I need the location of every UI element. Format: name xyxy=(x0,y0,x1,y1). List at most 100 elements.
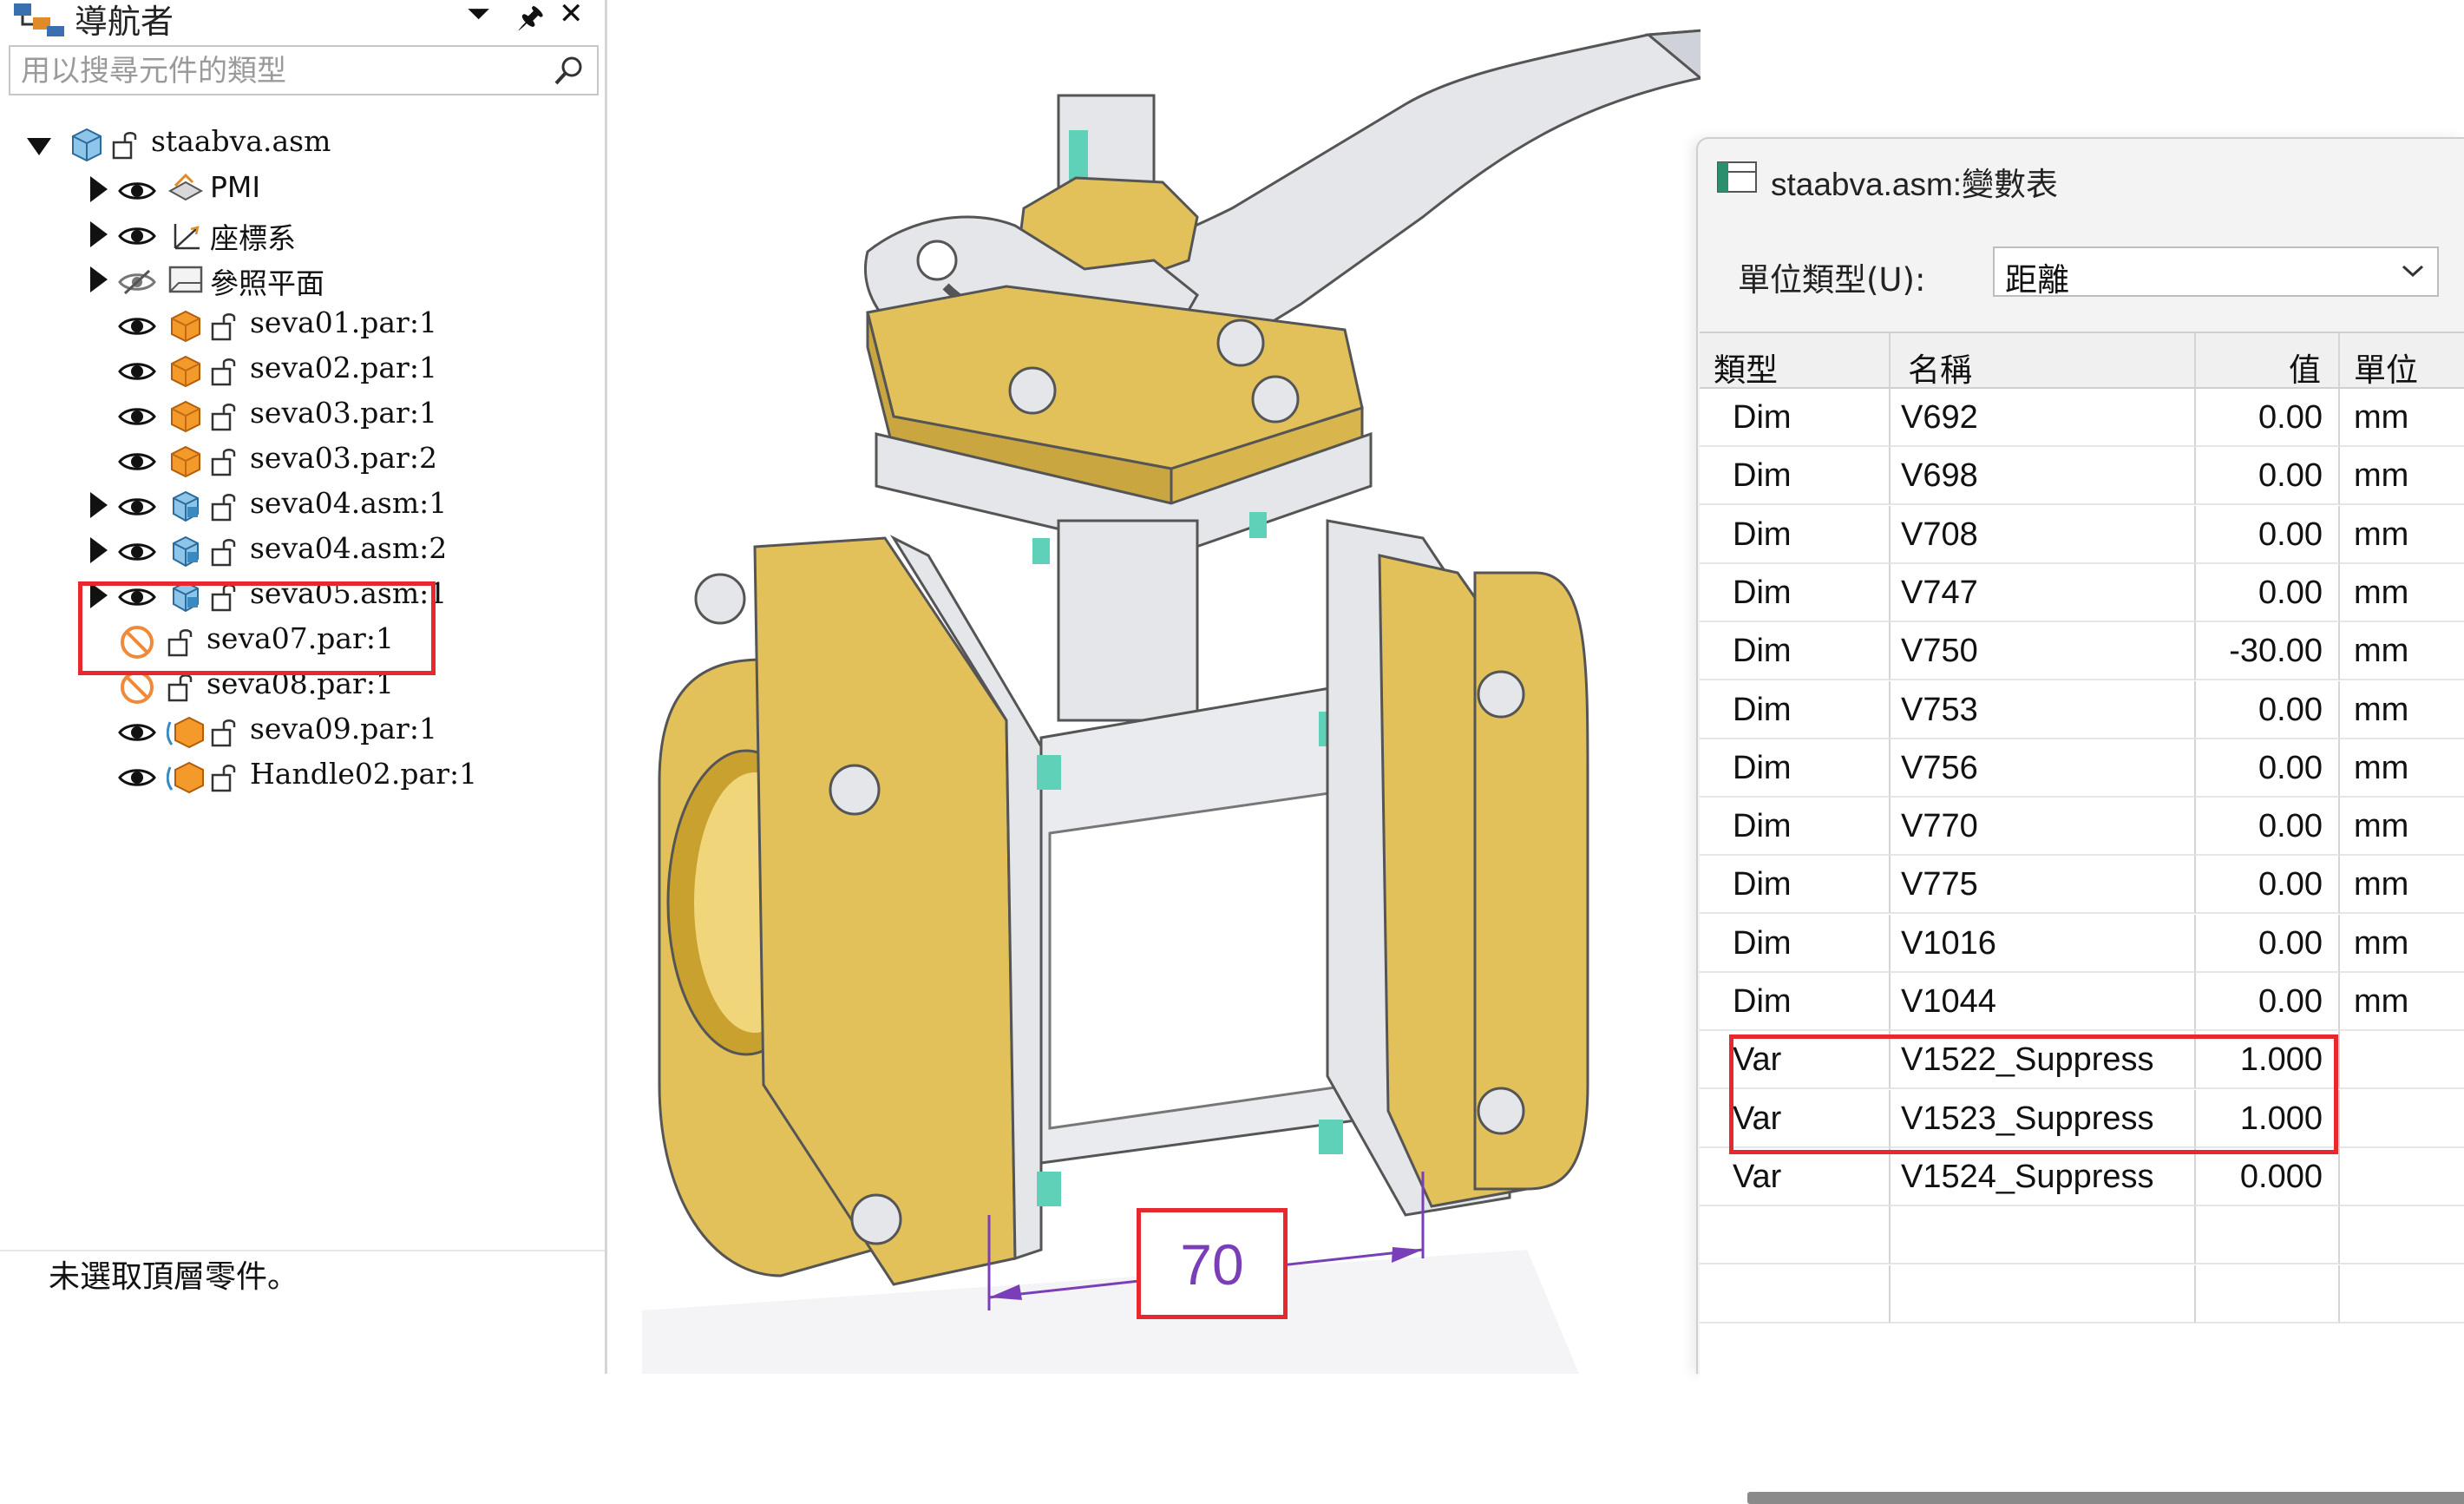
dimension-highlight[interactable]: 70 xyxy=(1137,1208,1288,1319)
tree-item-seva03-par-2[interactable]: seva03.par:2 xyxy=(0,441,599,481)
cell-value[interactable]: 0.00 xyxy=(2196,856,2340,915)
tree-item-seva01-par-1[interactable]: seva01.par:1 xyxy=(0,305,599,345)
table-row[interactable]: Dim V1016 0.00 mm xyxy=(1700,914,2464,973)
cell-name[interactable]: V1016 xyxy=(1891,914,2196,973)
table-row[interactable]: Var V1524_Suppress 0.000 xyxy=(1700,1147,2464,1206)
cell-value[interactable]: 0.00 xyxy=(2196,389,2340,447)
cell-type[interactable]: Var xyxy=(1700,1147,1891,1206)
table-row[interactable]: Dim V708 0.00 mm xyxy=(1700,505,2464,564)
tree-item-seva09-par-1[interactable]: seva09.par:1 xyxy=(0,712,599,752)
cell-type[interactable]: Dim xyxy=(1700,563,1891,622)
visibility-eye-icon[interactable] xyxy=(118,269,156,299)
cell-type[interactable]: Dim xyxy=(1700,798,1891,857)
visibility-eye-icon[interactable] xyxy=(118,404,156,432)
cell-name[interactable]: V1524_Suppress xyxy=(1891,1147,2196,1206)
dimension-value[interactable]: 70 xyxy=(1141,1231,1283,1297)
table-row[interactable]: Dim V747 0.00 mm xyxy=(1700,563,2464,622)
cell-value[interactable]: -30.00 xyxy=(2196,622,2340,681)
cell-unit[interactable]: mm xyxy=(2340,915,2464,973)
table-row[interactable]: Dim V756 0.00 mm xyxy=(1700,739,2464,798)
tree-item-item[interactable]: 參照平面 xyxy=(0,260,599,300)
cell-name[interactable]: V756 xyxy=(1891,739,2196,798)
cell-unit[interactable]: mm xyxy=(2340,856,2464,915)
tree-item-item[interactable]: 座標系 xyxy=(0,215,599,255)
column-header-type[interactable]: 類型 xyxy=(1700,333,1891,389)
cell-name[interactable]: V753 xyxy=(1891,680,2196,739)
cell-type[interactable]: Dim xyxy=(1700,856,1891,915)
cell-value[interactable]: 0.00 xyxy=(2196,914,2340,973)
table-row[interactable]: Dim V692 0.00 mm xyxy=(1700,389,2464,447)
visibility-eye-icon[interactable] xyxy=(118,540,156,568)
visibility-eye-icon[interactable] xyxy=(118,359,156,387)
search-input[interactable] xyxy=(19,52,543,90)
horizontal-scrollbar[interactable] xyxy=(1747,1492,2464,1504)
column-header-value[interactable]: 值 xyxy=(2196,333,2340,389)
table-row[interactable]: Dim V750 -30.00 mm xyxy=(1700,622,2464,681)
cell-name[interactable]: V1044 xyxy=(1891,973,2196,1031)
pin-icon[interactable]: 🖈 xyxy=(517,0,544,46)
cell-value[interactable]: 0.00 xyxy=(2196,798,2340,857)
table-row[interactable]: Dim V753 0.00 mm xyxy=(1700,680,2464,739)
cell-value[interactable]: 0.000 xyxy=(2196,1147,2340,1206)
cell-value[interactable]: 0.00 xyxy=(2196,563,2340,622)
model-viewport[interactable] xyxy=(607,0,1789,1374)
table-row[interactable]: Dim V698 0.00 mm xyxy=(1700,447,2464,506)
cell-unit[interactable]: mm xyxy=(2340,681,2464,739)
cell-unit[interactable]: mm xyxy=(2340,389,2464,447)
cell-name[interactable]: V775 xyxy=(1891,856,2196,915)
cell-type[interactable]: Dim xyxy=(1700,739,1891,798)
expand-caret-icon[interactable] xyxy=(85,535,111,569)
visibility-eye-icon[interactable] xyxy=(118,720,156,748)
cell-unit[interactable]: mm xyxy=(2340,973,2464,1031)
cell-name[interactable]: V698 xyxy=(1891,447,2196,506)
dropdown-menu-icon[interactable]: ⏷ xyxy=(467,0,490,31)
tree-item-seva04-asm-2[interactable]: seva04.asm:2 xyxy=(0,531,599,571)
collapse-caret-icon[interactable] xyxy=(24,131,54,164)
visibility-eye-icon[interactable] xyxy=(118,314,156,342)
unit-type-select[interactable]: 距離 xyxy=(1993,246,2439,299)
expand-caret-icon[interactable] xyxy=(85,174,111,208)
table-row[interactable]: Dim V1044 0.00 mm xyxy=(1700,973,2464,1031)
cell-unit[interactable] xyxy=(2340,1148,2464,1206)
table-row[interactable]: Dim V770 0.00 mm xyxy=(1700,798,2464,857)
cell-value[interactable]: 0.00 xyxy=(2196,680,2340,739)
cell-name[interactable]: V747 xyxy=(1891,563,2196,622)
cell-name[interactable]: V750 xyxy=(1891,622,2196,681)
cell-unit[interactable] xyxy=(2340,1031,2464,1090)
cell-unit[interactable]: mm xyxy=(2340,622,2464,681)
cell-type[interactable]: Dim xyxy=(1700,973,1891,1031)
cell-name[interactable]: V708 xyxy=(1891,505,2196,564)
cell-unit[interactable]: mm xyxy=(2340,447,2464,506)
tree-item-handle02-par-1[interactable]: Handle02.par:1 xyxy=(0,757,599,797)
chevron-down-icon[interactable] xyxy=(2401,262,2425,283)
column-header-unit[interactable]: 單位 xyxy=(2340,333,2464,389)
visibility-eye-icon[interactable] xyxy=(118,224,156,252)
visibility-eye-icon[interactable] xyxy=(118,179,156,207)
visibility-eye-icon[interactable] xyxy=(118,765,156,793)
cell-name[interactable]: V770 xyxy=(1891,798,2196,857)
cell-type[interactable]: Dim xyxy=(1700,914,1891,973)
cell-unit[interactable]: mm xyxy=(2340,798,2464,857)
cell-value[interactable]: 0.00 xyxy=(2196,505,2340,564)
cell-unit[interactable]: mm xyxy=(2340,506,2464,564)
cell-type[interactable]: Dim xyxy=(1700,447,1891,506)
cell-type[interactable]: Dim xyxy=(1700,622,1891,681)
close-icon[interactable]: ✕ xyxy=(559,0,584,31)
cell-value[interactable]: 0.00 xyxy=(2196,973,2340,1031)
tree-item-seva04-asm-1[interactable]: seva04.asm:1 xyxy=(0,486,599,526)
cell-value[interactable]: 0.00 xyxy=(2196,739,2340,798)
expand-caret-icon[interactable] xyxy=(85,489,111,524)
visibility-eye-icon[interactable] xyxy=(118,495,156,522)
cell-unit[interactable]: mm xyxy=(2340,739,2464,798)
cell-unit[interactable]: mm xyxy=(2340,564,2464,622)
search-icon[interactable] xyxy=(552,54,587,92)
column-header-name[interactable]: 名稱 xyxy=(1891,333,2196,389)
tree-item-seva03-par-1[interactable]: seva03.par:1 xyxy=(0,396,599,436)
cell-type[interactable]: Dim xyxy=(1700,389,1891,447)
tree-item-pmi[interactable]: PMI xyxy=(0,170,599,210)
cell-value[interactable]: 0.00 xyxy=(2196,447,2340,506)
tree-item-seva02-par-1[interactable]: seva02.par:1 xyxy=(0,351,599,391)
table-row[interactable]: Dim V775 0.00 mm xyxy=(1700,856,2464,915)
expand-caret-icon[interactable] xyxy=(85,219,111,253)
cell-name[interactable]: V692 xyxy=(1891,389,2196,447)
